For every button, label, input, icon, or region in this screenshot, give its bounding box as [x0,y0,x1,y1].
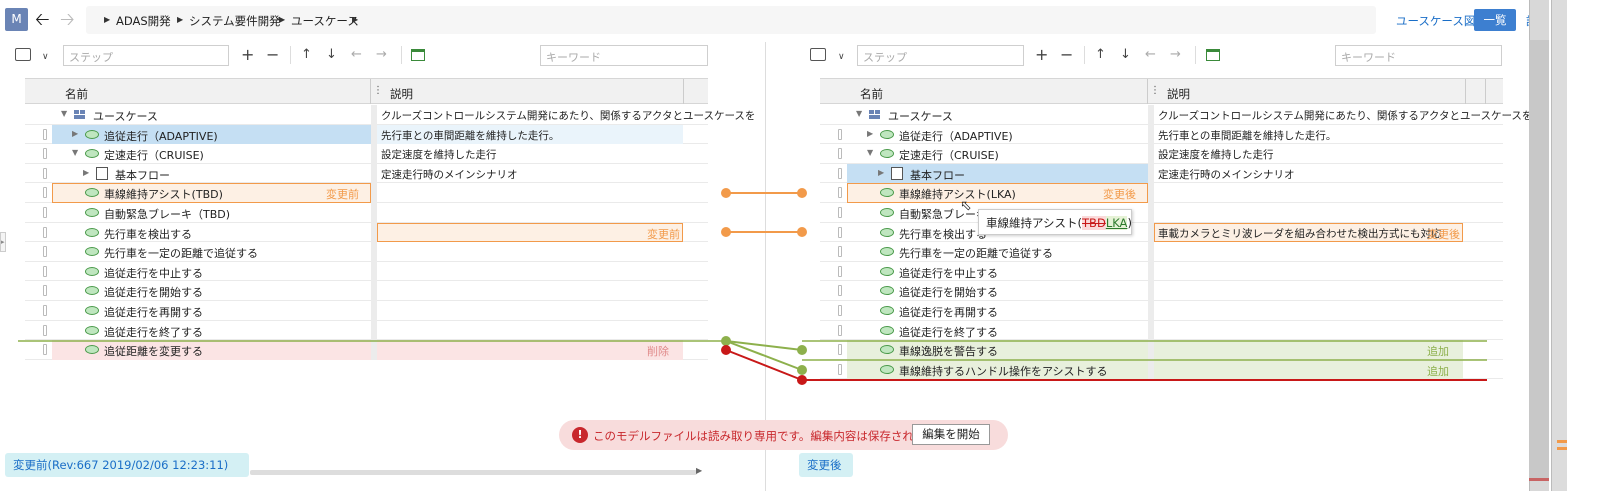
exclamation-icon: ! [572,427,588,443]
added-connector [18,336,1487,375]
minimap-track [1529,40,1549,480]
vertical-scrollbar[interactable] [1551,0,1567,491]
tooltip-suffix: ) [1127,216,1132,230]
deleted-connector [721,345,1487,385]
start-edit-button[interactable]: 編集を開始 [912,424,990,445]
readonly-warning: ! このモデルファイルは読み取り専用です。編集内容は保存されません。 編集を開始 [559,420,1008,450]
before-revision-label: 変更前(Rev:667 2019/02/06 12:23:11) [5,453,249,477]
after-revision-label: 変更後 [799,453,853,477]
tooltip-removed: TBD [1082,216,1106,230]
diff-connectors [18,188,1487,385]
tooltip-added: LKA [1105,216,1128,230]
diff-tooltip: 車線維持アシスト(TBDLKA) [978,209,1132,235]
mouse-cursor-icon: ⬁ [960,198,972,214]
horizontal-scrollbar[interactable] [250,470,697,475]
tooltip-prefix: 車線維持アシスト( [986,216,1083,230]
changed-connector [721,188,807,237]
warning-text: このモデルファイルは読み取り専用です。編集内容は保存されません。 [593,429,960,443]
scroll-right-icon[interactable]: ▶ [696,466,702,475]
